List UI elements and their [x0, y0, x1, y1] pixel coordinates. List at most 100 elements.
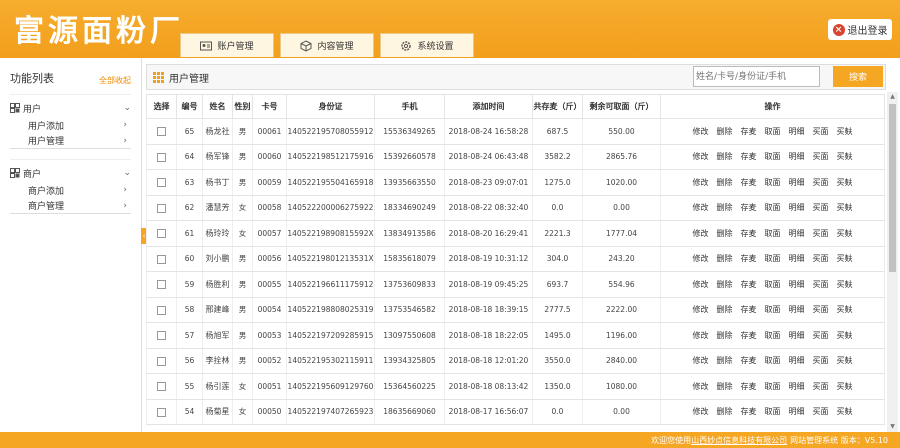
deposit-wheat-button[interactable]: 存麦 [741, 152, 757, 161]
buy-bran-button[interactable]: 买麸 [837, 178, 853, 187]
withdraw-flour-button[interactable]: 取面 [765, 152, 781, 161]
row-checkbox[interactable] [157, 229, 166, 238]
edit-button[interactable]: 修改 [693, 178, 709, 187]
buy-bran-button[interactable]: 买麸 [837, 407, 853, 416]
buy-bran-button[interactable]: 买麸 [837, 382, 853, 391]
details-button[interactable]: 明细 [789, 305, 805, 314]
details-button[interactable]: 明细 [789, 382, 805, 391]
deposit-wheat-button[interactable]: 存麦 [741, 356, 757, 365]
deposit-wheat-button[interactable]: 存麦 [741, 229, 757, 238]
sidebar-item-user-management[interactable]: 用户管理 › [10, 133, 131, 149]
row-checkbox[interactable] [157, 382, 166, 391]
delete-button[interactable]: 删除 [717, 152, 733, 161]
tab-system-settings[interactable]: 系统设置 [380, 33, 474, 57]
company-link[interactable]: 山西妙点信息科技有限公司 [691, 435, 787, 446]
buy-flour-button[interactable]: 买面 [813, 127, 829, 136]
details-button[interactable]: 明细 [789, 229, 805, 238]
buy-bran-button[interactable]: 买麸 [837, 152, 853, 161]
buy-flour-button[interactable]: 买面 [813, 254, 829, 263]
edit-button[interactable]: 修改 [693, 127, 709, 136]
row-checkbox[interactable] [157, 407, 166, 417]
edit-button[interactable]: 修改 [693, 203, 709, 212]
delete-button[interactable]: 删除 [717, 407, 733, 416]
vertical-scrollbar[interactable]: ▲ ▼ [887, 92, 898, 432]
details-button[interactable]: 明细 [789, 407, 805, 416]
buy-bran-button[interactable]: 买麸 [837, 305, 853, 314]
buy-flour-button[interactable]: 买面 [813, 203, 829, 212]
sidebar-item-merchant-management[interactable]: 商户管理 › [10, 198, 131, 214]
deposit-wheat-button[interactable]: 存麦 [741, 254, 757, 263]
search-button[interactable]: 搜索 [833, 66, 883, 87]
details-button[interactable]: 明细 [789, 356, 805, 365]
withdraw-flour-button[interactable]: 取面 [765, 305, 781, 314]
delete-button[interactable]: 删除 [717, 203, 733, 212]
buy-flour-button[interactable]: 买面 [813, 356, 829, 365]
edit-button[interactable]: 修改 [693, 229, 709, 238]
deposit-wheat-button[interactable]: 存麦 [741, 127, 757, 136]
logout-button[interactable]: × 退出登录 [828, 19, 892, 40]
row-checkbox[interactable] [157, 331, 166, 340]
edit-button[interactable]: 修改 [693, 382, 709, 391]
deposit-wheat-button[interactable]: 存麦 [741, 305, 757, 314]
delete-button[interactable]: 删除 [717, 305, 733, 314]
sidebar-group-header[interactable]: 用户 ⌄ [10, 99, 131, 117]
withdraw-flour-button[interactable]: 取面 [765, 178, 781, 187]
details-button[interactable]: 明细 [789, 280, 805, 289]
tab-account-management[interactable]: 账户管理 [180, 33, 274, 57]
sidebar-item-user-add[interactable]: 用户添加 › [10, 117, 131, 133]
withdraw-flour-button[interactable]: 取面 [765, 356, 781, 365]
edit-button[interactable]: 修改 [693, 407, 709, 416]
deposit-wheat-button[interactable]: 存麦 [741, 382, 757, 391]
edit-button[interactable]: 修改 [693, 331, 709, 340]
row-checkbox[interactable] [157, 254, 166, 264]
delete-button[interactable]: 删除 [717, 331, 733, 340]
withdraw-flour-button[interactable]: 取面 [765, 407, 781, 416]
buy-bran-button[interactable]: 买麸 [837, 229, 853, 238]
delete-button[interactable]: 删除 [717, 254, 733, 263]
scrollbar-thumb[interactable] [889, 104, 896, 272]
withdraw-flour-button[interactable]: 取面 [765, 331, 781, 340]
buy-flour-button[interactable]: 买面 [813, 178, 829, 187]
buy-flour-button[interactable]: 买面 [813, 331, 829, 340]
tab-content-management[interactable]: 内容管理 [280, 33, 374, 57]
buy-bran-button[interactable]: 买麸 [837, 254, 853, 263]
buy-bran-button[interactable]: 买麸 [837, 127, 853, 136]
edit-button[interactable]: 修改 [693, 152, 709, 161]
deposit-wheat-button[interactable]: 存麦 [741, 203, 757, 212]
buy-bran-button[interactable]: 买麸 [837, 280, 853, 289]
delete-button[interactable]: 删除 [717, 280, 733, 289]
edit-button[interactable]: 修改 [693, 305, 709, 314]
buy-bran-button[interactable]: 买麸 [837, 356, 853, 365]
buy-flour-button[interactable]: 买面 [813, 280, 829, 289]
row-checkbox[interactable] [157, 356, 166, 366]
details-button[interactable]: 明细 [789, 203, 805, 212]
details-button[interactable]: 明细 [789, 178, 805, 187]
search-input[interactable] [693, 66, 820, 87]
delete-button[interactable]: 删除 [717, 178, 733, 187]
buy-flour-button[interactable]: 买面 [813, 382, 829, 391]
sidebar-item-merchant-add[interactable]: 商户添加 › [10, 182, 131, 198]
buy-flour-button[interactable]: 买面 [813, 407, 829, 416]
deposit-wheat-button[interactable]: 存麦 [741, 178, 757, 187]
details-button[interactable]: 明细 [789, 331, 805, 340]
row-checkbox[interactable] [157, 305, 166, 315]
delete-button[interactable]: 删除 [717, 127, 733, 136]
details-button[interactable]: 明细 [789, 152, 805, 161]
scroll-up-icon[interactable]: ▲ [889, 93, 896, 101]
edit-button[interactable]: 修改 [693, 356, 709, 365]
edit-button[interactable]: 修改 [693, 254, 709, 263]
buy-flour-button[interactable]: 买面 [813, 229, 829, 238]
buy-bran-button[interactable]: 买麸 [837, 331, 853, 340]
row-checkbox[interactable] [157, 127, 166, 136]
deposit-wheat-button[interactable]: 存麦 [741, 280, 757, 289]
deposit-wheat-button[interactable]: 存麦 [741, 407, 757, 416]
withdraw-flour-button[interactable]: 取面 [765, 254, 781, 263]
details-button[interactable]: 明细 [789, 127, 805, 136]
withdraw-flour-button[interactable]: 取面 [765, 203, 781, 212]
buy-flour-button[interactable]: 买面 [813, 305, 829, 314]
collapse-all-link[interactable]: 全部收起 [99, 75, 131, 86]
row-checkbox[interactable] [157, 178, 166, 187]
buy-flour-button[interactable]: 买面 [813, 152, 829, 161]
sidebar-group-header[interactable]: 商户 ⌄ [10, 164, 131, 182]
delete-button[interactable]: 删除 [717, 356, 733, 365]
